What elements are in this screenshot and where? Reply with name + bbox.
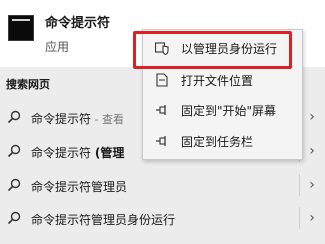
web-result-row[interactable]: 命令提示符管理员 › [0, 170, 325, 200]
web-result-label: 命令提示符 - 查看 [31, 112, 124, 126]
chevron-right-icon[interactable]: › [299, 170, 325, 200]
web-result-label: 命令提示符 (管理 [31, 146, 125, 160]
menu-item-pin-to-start[interactable]: 固定到"开始"屏幕 [143, 97, 302, 123]
app-name: 命令提示符 [45, 16, 111, 31]
menu-item-label: 固定到任务栏 [181, 135, 254, 149]
chevron-right-icon[interactable]: › [299, 203, 325, 233]
file-location-icon [156, 73, 168, 87]
web-result-row[interactable]: 命令提示符管理员身份运行 › [0, 203, 325, 233]
web-result-label: 命令提示符管理员身份运行 [31, 213, 176, 227]
search-icon [7, 144, 21, 158]
search-icon [7, 211, 21, 225]
search-icon [7, 178, 21, 192]
command-prompt-icon [8, 15, 34, 41]
menu-item-label: 固定到"开始"屏幕 [181, 104, 277, 118]
section-header-web: 搜索网页 [6, 78, 50, 91]
menu-item-open-file-location[interactable]: 打开文件位置 [143, 67, 302, 93]
menu-item-pin-to-taskbar[interactable]: 固定到任务栏 [143, 128, 302, 154]
menu-item-label: 打开文件位置 [181, 74, 254, 88]
app-type: 应用 [45, 40, 70, 54]
search-icon [7, 110, 21, 124]
pin-icon [156, 136, 166, 146]
highlight-annotation [133, 31, 292, 69]
web-result-label: 命令提示符管理员 [31, 180, 128, 194]
pin-icon [156, 105, 166, 115]
